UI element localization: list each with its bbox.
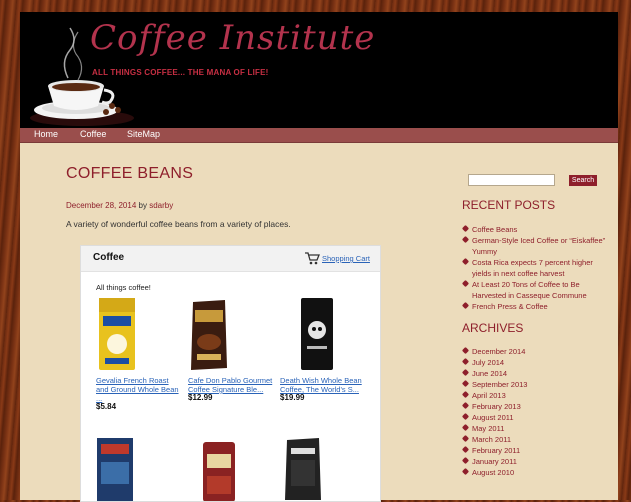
bullet-icon bbox=[461, 257, 470, 266]
product-image-death-wish[interactable] bbox=[295, 296, 339, 372]
widget-header: Coffee Shopping Cart bbox=[81, 246, 380, 272]
archive-link-label[interactable]: July 2014 bbox=[472, 358, 504, 367]
archive-link-label[interactable]: June 2014 bbox=[472, 369, 507, 378]
recent-post-link[interactable]: Coffee Beans bbox=[461, 224, 610, 235]
recent-post-link-label[interactable]: At Least 20 Tons of Coffee to Be Harvest… bbox=[472, 280, 587, 300]
product-price: $5.84 bbox=[96, 402, 117, 411]
bullet-icon bbox=[461, 445, 470, 454]
archives-list: December 2014 July 2014 June 2014 September… bbox=[461, 346, 527, 478]
post-author-link[interactable]: sdarby bbox=[149, 201, 173, 210]
shopping-cart-icon[interactable] bbox=[304, 251, 320, 265]
recent-post-link-label[interactable]: French Press & Coffee bbox=[472, 302, 548, 311]
post-date-link[interactable]: December 28, 2014 bbox=[66, 201, 136, 210]
bullet-icon bbox=[461, 390, 470, 399]
archive-link[interactable]: May 2011 bbox=[461, 423, 527, 434]
product-widget: Coffee Shopping Cart All things coffee! bbox=[80, 245, 381, 502]
nav-item-sitemap[interactable]: SiteMap bbox=[127, 129, 160, 139]
recent-post-link[interactable]: Costa Rica expects 7 percent higher yiel… bbox=[461, 257, 610, 279]
archive-link[interactable]: August 2011 bbox=[461, 412, 527, 423]
product-price: $19.99 bbox=[280, 393, 305, 402]
product-image-cafe-don-pablo[interactable] bbox=[187, 296, 231, 372]
bullet-icon bbox=[461, 224, 470, 233]
post-by-label: by bbox=[138, 201, 147, 210]
bullet-icon bbox=[461, 235, 470, 244]
page: Coffee Institute ALL THINGS COFFEE... TH… bbox=[20, 12, 618, 502]
archive-link[interactable]: August 2010 bbox=[461, 467, 527, 478]
archive-link[interactable]: June 2014 bbox=[461, 368, 527, 379]
bullet-icon bbox=[461, 368, 470, 377]
bullet-icon bbox=[461, 467, 470, 476]
bullet-icon bbox=[461, 434, 470, 443]
post-meta: December 28, 2014 by sdarby bbox=[66, 201, 173, 210]
post-excerpt: A variety of wonderful coffee beans from… bbox=[66, 219, 291, 229]
post-title[interactable]: COFFEE BEANS bbox=[66, 165, 193, 183]
shopping-cart-link[interactable]: Shopping Cart bbox=[322, 254, 370, 263]
archive-link-label[interactable]: February 2013 bbox=[472, 402, 521, 411]
bullet-icon bbox=[461, 357, 470, 366]
search-input[interactable] bbox=[468, 174, 555, 186]
bullet-icon bbox=[461, 412, 470, 421]
bullet-icon bbox=[461, 301, 470, 310]
archive-link-label[interactable]: January 2011 bbox=[472, 457, 517, 466]
product-image-gevalia[interactable] bbox=[95, 296, 139, 372]
product-image[interactable] bbox=[281, 436, 325, 502]
product-image[interactable] bbox=[95, 436, 135, 502]
bullet-icon bbox=[461, 401, 470, 410]
archive-link[interactable]: July 2014 bbox=[461, 357, 527, 368]
bullet-icon bbox=[461, 379, 470, 388]
recent-posts-heading: RECENT POSTS bbox=[462, 198, 556, 212]
archive-link[interactable]: February 2011 bbox=[461, 445, 527, 456]
site-tagline: ALL THINGS COFFEE... THE MANA OF LIFE! bbox=[92, 68, 269, 77]
recent-post-link-label[interactable]: Costa Rica expects 7 percent higher yiel… bbox=[472, 258, 593, 278]
bullet-icon bbox=[461, 456, 470, 465]
archive-link-label[interactable]: March 2011 bbox=[472, 435, 511, 444]
site-header: Coffee Institute ALL THINGS COFFEE... TH… bbox=[20, 12, 618, 128]
recent-post-link[interactable]: At Least 20 Tons of Coffee to Be Harvest… bbox=[461, 279, 610, 301]
recent-post-link[interactable]: French Press & Coffee bbox=[461, 301, 610, 312]
archive-link-label[interactable]: May 2011 bbox=[472, 424, 504, 433]
nav-item-home[interactable]: Home bbox=[34, 129, 58, 139]
bullet-icon bbox=[461, 279, 470, 288]
product-name[interactable]: Death Wish Whole Bean Coffee, The World'… bbox=[280, 376, 366, 394]
recent-post-link[interactable]: German-Style Iced Coffee or “Eiskaffee” … bbox=[461, 235, 610, 257]
recent-post-link-label[interactable]: Coffee Beans bbox=[472, 225, 517, 234]
search-button[interactable]: Search bbox=[569, 175, 597, 186]
archive-link-label[interactable]: February 2011 bbox=[472, 446, 520, 455]
archive-link[interactable]: February 2013 bbox=[461, 401, 527, 412]
archive-link-label[interactable]: December 2014 bbox=[472, 347, 525, 356]
product-name[interactable]: Gevalia French Roast and Ground Whole Be… bbox=[96, 376, 182, 403]
archive-link-label[interactable]: August 2010 bbox=[472, 468, 514, 477]
recent-posts-list: Coffee Beans German-Style Iced Coffee or … bbox=[461, 224, 610, 312]
archive-link-label[interactable]: September 2013 bbox=[472, 380, 527, 389]
archives-heading: ARCHIVES bbox=[462, 321, 524, 335]
archive-link-label[interactable]: August 2011 bbox=[472, 413, 514, 422]
archive-link[interactable]: April 2013 bbox=[461, 390, 527, 401]
product-name[interactable]: Cafe Don Pablo Gourmet Coffee Signature … bbox=[188, 376, 274, 394]
widget-subtitle: All things coffee! bbox=[96, 283, 151, 292]
bullet-icon bbox=[461, 346, 470, 355]
archive-link[interactable]: March 2011 bbox=[461, 434, 527, 445]
product-price: $12.99 bbox=[188, 393, 213, 402]
site-title[interactable]: Coffee Institute bbox=[90, 18, 375, 58]
archive-link[interactable]: January 2011 bbox=[461, 456, 527, 467]
nav-item-coffee[interactable]: Coffee bbox=[80, 129, 106, 139]
main-nav: Home Coffee SiteMap bbox=[20, 128, 618, 143]
bullet-icon bbox=[461, 423, 470, 432]
recent-post-link-label[interactable]: German-Style Iced Coffee or “Eiskaffee” … bbox=[472, 236, 605, 256]
widget-title: Coffee bbox=[93, 252, 125, 263]
archive-link-label[interactable]: April 2013 bbox=[472, 391, 506, 400]
archive-link[interactable]: December 2014 bbox=[461, 346, 527, 357]
product-image[interactable] bbox=[199, 440, 239, 502]
archive-link[interactable]: September 2013 bbox=[461, 379, 527, 390]
